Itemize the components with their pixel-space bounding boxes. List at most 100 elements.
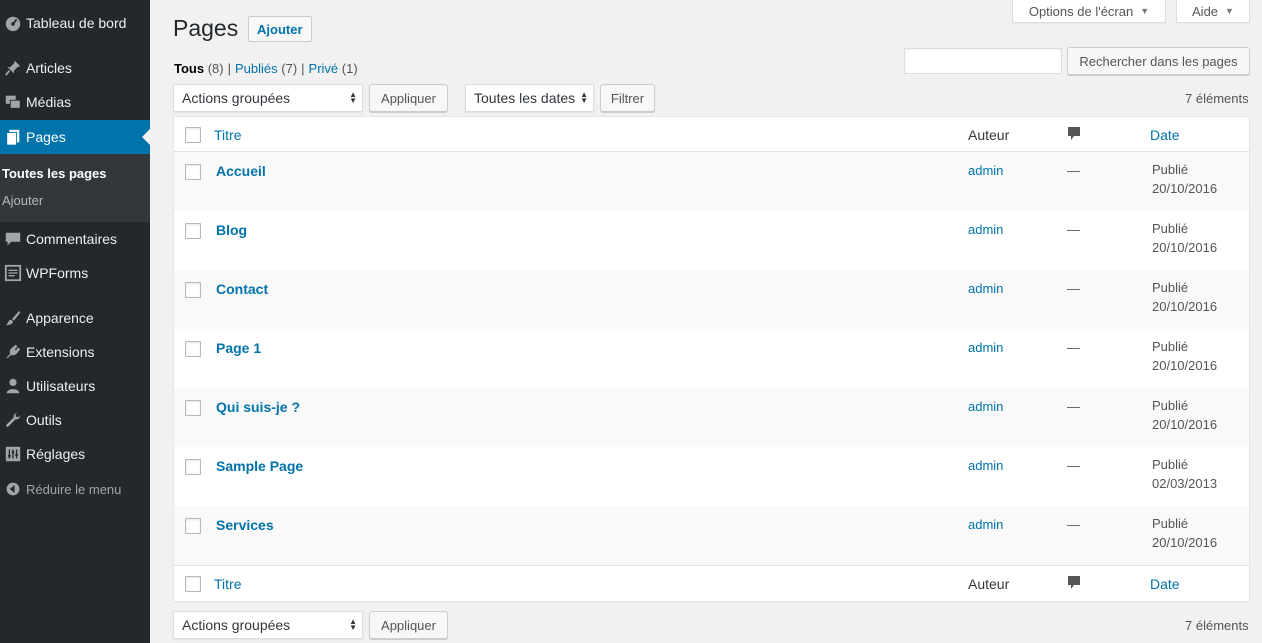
screen-options-button[interactable]: Options de l'écran ▼ (1012, 0, 1166, 23)
row-author-link[interactable]: admin (968, 281, 1003, 296)
view-separator: | (301, 61, 305, 76)
pages-table: Titre Auteur Date Accueil admin — Publié… (173, 116, 1250, 602)
search-input[interactable] (904, 48, 1062, 74)
column-date-footer[interactable]: Date (1150, 576, 1180, 592)
column-author-header: Auteur (968, 127, 1010, 143)
pages-submenu: Toutes les pages Ajouter (0, 154, 150, 222)
caret-down-icon: ▼ (1140, 6, 1150, 16)
row-checkbox[interactable] (185, 164, 201, 180)
sidebar-item-media[interactable]: Médias (0, 85, 150, 119)
row-checkbox[interactable] (185, 282, 201, 298)
sidebar-item-comments[interactable]: Commentaires (0, 222, 150, 256)
row-title-link[interactable]: Sample Page (216, 458, 303, 474)
sidebar-item-users[interactable]: Utilisateurs (0, 369, 150, 403)
sidebar-item-label: Articles (26, 60, 72, 76)
table-row: Services admin — Publié 20/10/2016 (174, 506, 1249, 565)
sidebar-item-label: Commentaires (26, 231, 118, 247)
row-date: 20/10/2016 (1152, 358, 1218, 373)
comment-bubble-icon[interactable] (1067, 126, 1081, 145)
row-status: Publié (1152, 516, 1189, 531)
column-title-header[interactable]: Titre (214, 127, 241, 143)
sidebar-item-settings[interactable]: Réglages (0, 437, 150, 471)
select-all-checkbox[interactable] (185, 127, 201, 143)
row-comments: — (1067, 399, 1080, 414)
bulk-actions-select-bottom[interactable]: Actions groupées ▲ ▼ (173, 611, 363, 639)
row-author-link[interactable]: admin (968, 163, 1003, 178)
row-author-link[interactable]: admin (968, 222, 1003, 237)
row-status: Publié (1152, 280, 1189, 295)
row-title-link[interactable]: Blog (216, 222, 247, 238)
row-title-link[interactable]: Qui suis-je ? (216, 399, 300, 415)
view-filters: Tous (8) | Publiés (7) | Privé (1) (174, 61, 358, 76)
table-row: Qui suis-je ? admin — Publié 20/10/2016 (174, 388, 1249, 447)
submenu-item-add-new[interactable]: Ajouter (2, 193, 43, 208)
bulk-actions-value: Actions groupées (182, 617, 291, 633)
sidebar-item-appearance[interactable]: Apparence (0, 301, 150, 335)
row-title-link[interactable]: Accueil (216, 163, 266, 179)
sidebar-item-dashboard[interactable]: Tableau de bord (0, 6, 150, 40)
view-separator: | (227, 61, 231, 76)
sidebar-item-label: Outils (26, 412, 62, 428)
sidebar-item-plugins[interactable]: Extensions (0, 335, 150, 369)
row-title-link[interactable]: Contact (216, 281, 268, 297)
bulk-actions-value: Actions groupées (182, 90, 291, 106)
apply-button[interactable]: Appliquer (369, 84, 448, 112)
row-checkbox[interactable] (185, 518, 201, 534)
column-title-footer[interactable]: Titre (214, 576, 241, 592)
view-all-count: (8) (207, 61, 224, 76)
table-row: Page 1 admin — Publié 20/10/2016 (174, 329, 1249, 388)
bulk-actions-select[interactable]: Actions groupées ▲ ▼ (173, 84, 363, 112)
row-author-link[interactable]: admin (968, 399, 1003, 414)
row-author-link[interactable]: admin (968, 517, 1003, 532)
sidebar-item-tools[interactable]: Outils (0, 403, 150, 437)
help-button[interactable]: Aide ▼ (1176, 0, 1250, 23)
row-checkbox[interactable] (185, 459, 201, 475)
row-comments: — (1067, 517, 1080, 532)
dates-filter-value: Toutes les dates (474, 90, 576, 106)
sidebar-item-label: Médias (26, 94, 72, 110)
search-pages-button[interactable]: Rechercher dans les pages (1067, 47, 1250, 75)
view-published-link[interactable]: Publiés (7) (235, 61, 297, 76)
select-arrows-icon: ▲ ▼ (349, 617, 357, 632)
sidebar-item-label: WPForms (26, 265, 89, 281)
items-count-bottom: 7 éléments (1185, 618, 1249, 633)
table-row: Blog admin — Publié 20/10/2016 (174, 211, 1249, 270)
sidebar-item-wpforms[interactable]: WPForms (0, 256, 150, 290)
sidebar-item-label: Réglages (26, 446, 86, 462)
dashboard-icon (0, 14, 26, 32)
row-title-link[interactable]: Services (216, 517, 274, 533)
collapse-menu-button[interactable]: Réduire le menu (0, 472, 150, 506)
submenu-item-all-pages[interactable]: Toutes les pages (2, 166, 107, 181)
pin-icon (0, 59, 26, 77)
row-title-link[interactable]: Page 1 (216, 340, 261, 356)
row-status: Publié (1152, 398, 1189, 413)
row-comments: — (1067, 222, 1080, 237)
plugin-icon (0, 343, 26, 361)
add-new-page-button[interactable]: Ajouter (248, 16, 312, 42)
row-checkbox[interactable] (185, 223, 201, 239)
row-author-link[interactable]: admin (968, 458, 1003, 473)
row-date: 02/03/2013 (1152, 476, 1218, 491)
filter-button[interactable]: Filtrer (600, 84, 655, 112)
row-checkbox[interactable] (185, 341, 201, 357)
comment-bubble-icon[interactable] (1067, 575, 1081, 594)
help-label: Aide (1192, 3, 1219, 19)
row-status: Publié (1152, 162, 1189, 177)
table-header: Titre Auteur Date (174, 117, 1249, 152)
view-all-link[interactable]: Tous (8) (174, 61, 224, 76)
column-author-footer: Auteur (968, 576, 1010, 592)
sidebar-item-posts[interactable]: Articles (0, 51, 150, 85)
select-all-checkbox[interactable] (185, 576, 201, 592)
column-date-header[interactable]: Date (1150, 127, 1180, 143)
row-comments: — (1067, 163, 1080, 178)
row-author-link[interactable]: admin (968, 340, 1003, 355)
apply-button-bottom[interactable]: Appliquer (369, 611, 448, 639)
dates-filter-select[interactable]: Toutes les dates ▲ ▼ (465, 84, 594, 112)
collapse-icon (0, 481, 26, 497)
sidebar-item-pages[interactable]: Pages (0, 120, 150, 154)
row-checkbox[interactable] (185, 400, 201, 416)
row-status: Publié (1152, 457, 1189, 472)
brush-icon (0, 309, 26, 327)
wrench-icon (0, 411, 26, 429)
view-private-link[interactable]: Privé (1) (309, 61, 358, 76)
